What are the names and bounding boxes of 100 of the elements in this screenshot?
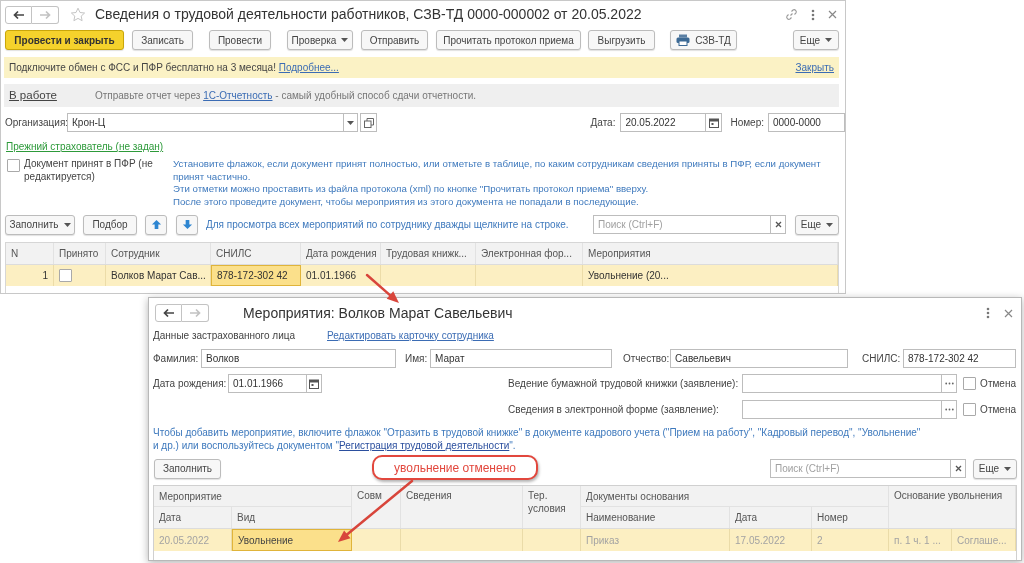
status-link[interactable]: В работе — [9, 86, 57, 105]
caret-down-icon — [347, 120, 354, 125]
date-field[interactable]: 20.05.2022 — [620, 113, 706, 132]
hint-text: Эти отметки можно проставить из файла протокола (xml) по кнопке "Прочитать протокол приема" вверху. — [173, 183, 650, 196]
text-field[interactable]: Марат — [430, 349, 612, 368]
toolbar-button[interactable]: Прочитать протокол приема — [436, 30, 581, 50]
callout-note: увольнение отменено — [372, 455, 538, 480]
left-arrow-icon — [162, 308, 175, 318]
column-header: СНИЛС — [211, 243, 301, 264]
back-button[interactable] — [155, 304, 182, 322]
open-window-icon — [363, 117, 374, 128]
checkbox[interactable] — [59, 269, 72, 282]
table-row[interactable]: 1 Волков Марат Сав... 878-172-302 42 01.01.1966 Увольнение (20... — [6, 265, 838, 286]
back-button[interactable] — [5, 5, 32, 24]
column-header: Дата — [154, 507, 232, 528]
clear-icon — [774, 221, 782, 228]
text-field[interactable]: 878-172-302 42 — [903, 349, 1016, 368]
fill-button[interactable]: Заполнить — [5, 214, 75, 235]
calendar-button[interactable] — [705, 113, 723, 132]
close-link[interactable]: Закрыть — [795, 60, 834, 75]
column-header: Вид — [232, 507, 352, 528]
more-button[interactable]: Еще — [793, 30, 839, 50]
table-cell: 878-172-302 42 — [211, 265, 301, 286]
toolbar-button[interactable]: Выгрузить — [588, 30, 655, 50]
text-field[interactable]: Волков — [201, 349, 396, 368]
registration-link[interactable]: Регистрация трудовой деятельности — [339, 439, 510, 451]
input-field[interactable] — [742, 400, 942, 419]
input-field[interactable] — [742, 374, 942, 393]
field-label: Номер: — [730, 116, 764, 130]
calendar-button[interactable] — [306, 374, 322, 393]
search-field[interactable]: Поиск (Ctrl+F) — [593, 215, 770, 234]
hint-text: Чтобы добавить мероприятие, включите флажок "Отразить в трудовой книжке" в документе кадрового учета ("Прием на работу", "Кадровый перевод", "Увольнение" и др.) или воспользуйтесь документом "Регистрация трудовой деятельности". — [153, 427, 922, 452]
column-header: Совм — [352, 486, 401, 528]
checkbox[interactable] — [7, 159, 20, 172]
more-vertical-icon[interactable] — [986, 307, 990, 319]
pick-button[interactable]: Подбор — [83, 214, 137, 235]
more-vertical-icon[interactable] — [811, 8, 815, 21]
column-header: Трудовая книжк... — [381, 243, 476, 264]
section-label: Данные застрахованного лица — [153, 328, 297, 343]
date-field[interactable]: 01.01.1966 — [228, 374, 306, 393]
close-icon[interactable] — [828, 10, 837, 19]
column-header: Мероприятие — [154, 486, 352, 507]
reporting-link[interactable]: 1С-Отчетность — [203, 90, 273, 101]
toolbar-button[interactable]: Провести — [209, 30, 271, 50]
table-cell: 01.01.1966 — [301, 265, 381, 286]
select-button[interactable] — [941, 400, 958, 419]
column-header: Основание увольнения — [889, 486, 1016, 528]
table-cell: 1 — [6, 265, 54, 286]
toolbar-button[interactable]: Записать — [132, 30, 193, 50]
previous-insurer-link[interactable]: Прежний страхователь (не задан) — [6, 140, 164, 153]
caret-down-icon — [1004, 466, 1012, 471]
table-cell: Соглаше... — [952, 529, 1016, 551]
link-icon[interactable] — [785, 8, 798, 21]
move-down-button[interactable] — [176, 214, 198, 235]
more-button[interactable]: Еще — [973, 458, 1017, 479]
up-arrow-icon — [150, 219, 162, 230]
right-arrow-icon — [39, 9, 51, 20]
right-arrow-icon — [189, 308, 201, 318]
checkbox[interactable] — [963, 377, 977, 390]
report-hint: Отправьте отчет через 1С-Отчетность - самый удобный способ сдачи отчетности. — [94, 89, 477, 103]
calendar-icon — [309, 378, 319, 389]
hint-text: Для просмотра всех мероприятий по сотруднику дважды щелкните на строке. — [206, 218, 569, 232]
open-button[interactable] — [360, 113, 377, 132]
table-cell: 17.05.2022 — [730, 529, 812, 551]
printer-icon — [676, 34, 691, 46]
more-button[interactable]: Еще — [795, 214, 839, 235]
column-header: Документы основания — [581, 486, 889, 507]
hint-text: После этого проведите документ, чтобы мероприятия из этого документа не попадали в последующие. — [173, 195, 640, 208]
print-button[interactable]: СЗВ-ТД — [670, 30, 737, 50]
caret-down-icon — [341, 38, 349, 42]
text-field[interactable]: Савельевич — [670, 349, 848, 368]
more-link[interactable]: Подробнее... — [278, 62, 339, 73]
table-cell: Приказ — [581, 529, 730, 551]
search-field[interactable]: Поиск (Ctrl+F) — [770, 459, 950, 478]
edit-employee-link[interactable]: Редактировать карточку сотрудника — [327, 327, 494, 343]
field-label: Ведение бумажной трудовой книжки (заявление): — [508, 377, 740, 391]
field-label: Организация: — [5, 116, 67, 130]
column-header: Сведения — [401, 486, 523, 528]
close-icon[interactable] — [1004, 308, 1013, 318]
checkbox[interactable] — [963, 403, 977, 416]
ellipsis-icon — [944, 382, 954, 385]
caret-down-icon — [826, 222, 834, 227]
toolbar-button[interactable]: Отправить — [361, 30, 428, 50]
table-cell: 2 — [812, 529, 889, 551]
table-cell: Увольнение (20... — [583, 265, 838, 286]
table-cell: п. 1 ч. 1 ... — [889, 529, 952, 551]
number-field[interactable]: 0000-0000 — [768, 113, 845, 132]
primary-button[interactable]: Провести и закрыть — [5, 30, 124, 50]
column-header: Принято — [54, 243, 106, 264]
caret-down-icon — [825, 38, 833, 42]
select-button[interactable] — [941, 374, 958, 393]
fill-button[interactable]: Заполнить — [154, 458, 221, 479]
caret-down-icon — [63, 222, 71, 227]
clear-button[interactable] — [770, 215, 786, 234]
star-icon[interactable] — [70, 7, 86, 22]
move-up-button[interactable] — [145, 214, 167, 235]
menu-button[interactable]: Проверка — [287, 30, 353, 50]
dropdown-button[interactable] — [343, 113, 358, 132]
clear-button[interactable] — [950, 459, 966, 478]
organization-field[interactable]: Крон-Ц — [67, 113, 343, 132]
